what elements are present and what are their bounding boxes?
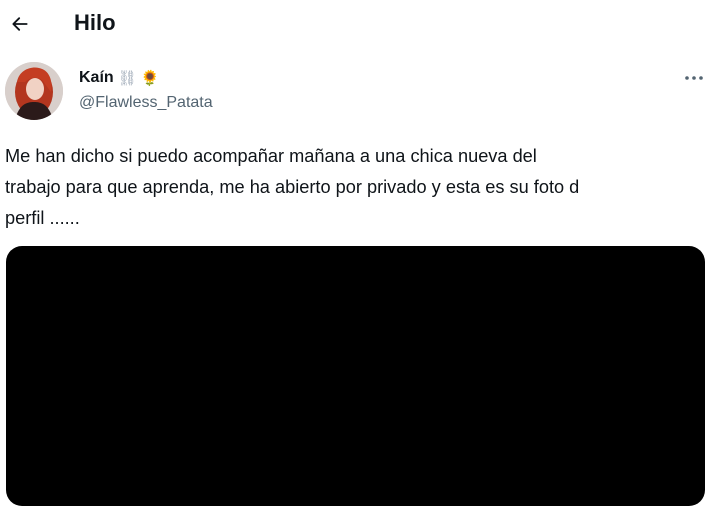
page-title: Hilo	[74, 10, 116, 35]
chain-emoji: ⛓	[117, 69, 137, 87]
sunflower-emoji: 🌻	[140, 69, 160, 87]
author-name[interactable]: Kaín	[79, 67, 114, 89]
author-name-row: Kaín ⛓ 🌻	[79, 67, 159, 89]
tweet-media-image[interactable]	[6, 246, 705, 506]
tweet-text: Me han dicho si puedo acompañar mañana a…	[5, 146, 580, 228]
thread-header: Hilo	[0, 0, 720, 50]
avatar[interactable]	[5, 62, 63, 120]
avatar-photo	[5, 62, 63, 120]
arrow-left-icon	[12, 17, 28, 31]
more-horizontal-icon	[685, 76, 703, 80]
back-button[interactable]	[6, 10, 34, 38]
author-handle[interactable]: @Flawless_Patata	[79, 92, 213, 114]
more-options-button[interactable]	[680, 66, 708, 90]
